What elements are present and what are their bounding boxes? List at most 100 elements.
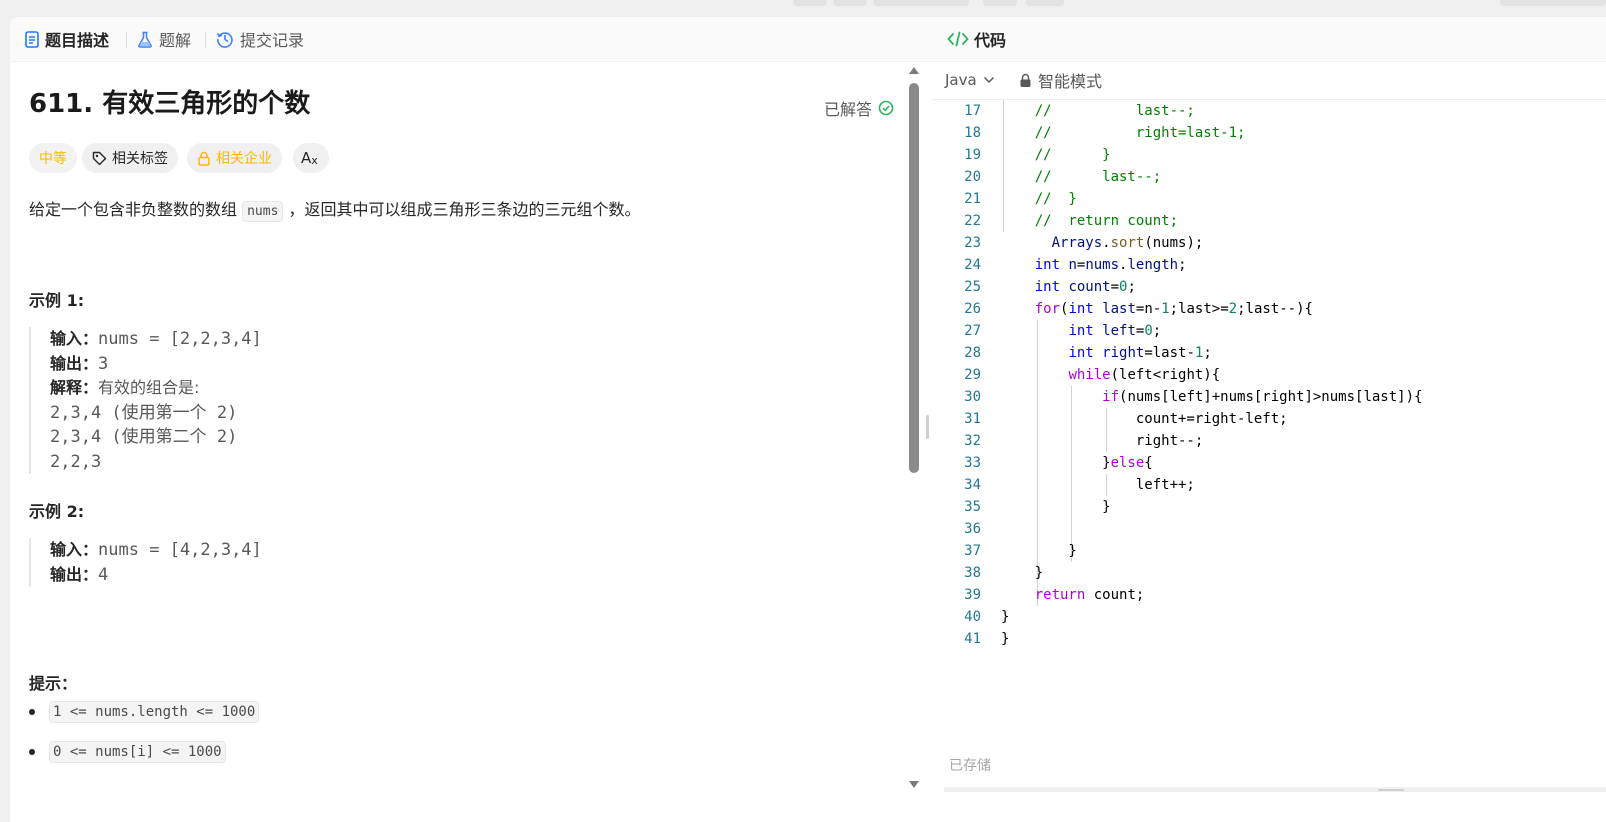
code-text: // }	[1001, 191, 1077, 207]
line-number: 27	[964, 323, 981, 339]
code-text: return count;	[1034, 587, 1145, 603]
line-number: 17	[964, 103, 981, 119]
problem-content: 611. 有效三角形的个数 已解答 中等 相关标签 相关企业 A x 给定一个包…	[10, 61, 930, 822]
related-companies-label: 相关企业	[216, 151, 272, 167]
code-line: 17 // last--;	[933, 100, 1606, 122]
language-select[interactable]: Java	[945, 61, 995, 99]
top-pill[interactable]	[1500, 0, 1606, 6]
saved-status: 已存储	[949, 758, 991, 774]
line-number: 28	[964, 345, 981, 361]
code-line: 24 int n=nums.length;	[933, 254, 1606, 276]
line-number: 36	[964, 521, 981, 537]
panel-resize-handle[interactable]	[926, 415, 929, 439]
related-tags-button[interactable]: 相关标签	[82, 143, 178, 173]
hints-title: 提示：	[29, 674, 78, 693]
smart-mode-toggle[interactable]: 智能模式	[1019, 61, 1102, 99]
code-line: 26 for(int last=n-1;last>=2;last--){	[933, 298, 1606, 320]
tag-icon	[92, 151, 107, 165]
code-line: 27 int left=0;	[933, 320, 1606, 342]
tab-divider	[205, 32, 206, 48]
language-label: Java	[945, 71, 977, 89]
code-line: 30 if(nums[left]+nums[right]>nums[last])…	[933, 386, 1606, 408]
code-header: 代码	[933, 17, 1606, 62]
code-text: // return count;	[1001, 213, 1179, 229]
line-number: 38	[964, 565, 981, 581]
code-text: Arrays.sort(nums);	[1051, 235, 1204, 251]
translate-button[interactable]: Ax	[293, 143, 329, 173]
code-line: 21 // }	[933, 188, 1606, 210]
desc-text-after: ，返回其中可以组成三角形三条边的三元组个数。	[283, 200, 641, 219]
code-text: int left=0;	[1068, 323, 1162, 339]
top-pill[interactable]	[1026, 0, 1064, 6]
history-icon	[216, 32, 233, 48]
example-1-block: 输入：nums = [2,2,3,4] 输出：3 解释：有效的组合是: 2,3,…	[29, 327, 262, 474]
code-text: // right=last-1;	[1001, 125, 1246, 141]
lock-icon	[1020, 73, 1031, 87]
code-line: 23 Arrays.sort(nums);	[933, 232, 1606, 254]
tab-solutions-label: 题解	[159, 31, 192, 50]
code-text: }	[1001, 499, 1111, 515]
tab-submissions-label: 提交记录	[240, 31, 305, 50]
top-pill[interactable]	[833, 0, 867, 6]
code-title-label: 代码	[974, 31, 1007, 50]
scroll-up-arrow-icon[interactable]	[909, 67, 919, 74]
line-number: 31	[964, 411, 981, 427]
line-number: 35	[964, 499, 981, 515]
difficulty-label: 中等	[39, 151, 67, 167]
vertical-resize-handle[interactable]	[1378, 789, 1404, 791]
solved-status: 已解答	[824, 96, 894, 120]
description-scrollbar[interactable]	[908, 65, 920, 795]
top-pill[interactable]	[983, 0, 1017, 6]
code-editor[interactable]: 17 // last--; 18 // right=last-1; 19 // …	[933, 100, 1606, 740]
explain-line: 2,3,4 (使用第一个 2)	[50, 402, 238, 423]
scroll-down-arrow-icon[interactable]	[909, 781, 919, 788]
line-number: 25	[964, 279, 981, 295]
top-pill[interactable]	[873, 0, 969, 6]
code-text: count+=right-left;	[1001, 411, 1288, 427]
editor-toolbar: Java 智能模式	[933, 61, 1606, 100]
line-number: 34	[964, 477, 981, 493]
code-text: int n=nums.length;	[1034, 257, 1187, 273]
code-line: 32 right--;	[933, 430, 1606, 452]
hint-code: 0 <= nums[i] <= 1000	[49, 741, 226, 763]
scrollbar-thumb[interactable]	[909, 83, 919, 473]
output-label: 输出：	[50, 564, 99, 584]
code-line: 28 int right=last-1;	[933, 342, 1606, 364]
code-text: for(int last=n-1;last>=2;last--){	[1034, 301, 1313, 317]
code-line: 41}	[933, 628, 1606, 650]
lock-icon	[198, 151, 210, 166]
problem-title: 611. 有效三角形的个数	[29, 89, 311, 119]
code-text: }	[1001, 565, 1044, 581]
tab-description[interactable]: 题目描述	[25, 17, 109, 61]
code-text: }	[1001, 609, 1010, 625]
example-1-title: 示例 1:	[29, 291, 85, 310]
line-number: 18	[964, 125, 981, 141]
desc-text-before: 给定一个包含非负整数的数组	[29, 200, 243, 219]
tab-submissions[interactable]: 提交记录	[216, 17, 304, 61]
problem-tabbar: 题目描述 题解 提交记录	[10, 17, 944, 62]
input-value: nums = [2,2,3,4]	[98, 329, 262, 349]
tab-divider	[126, 32, 127, 48]
code-text: int count=0;	[1034, 279, 1136, 295]
line-number: 23	[964, 235, 981, 251]
code-text: // }	[1001, 147, 1111, 163]
code-text: while(left<right){	[1068, 367, 1221, 383]
code-line: 39 return count;	[933, 584, 1606, 606]
code-text: // last--;	[1001, 103, 1195, 119]
bullet	[29, 709, 35, 715]
translate-icon: A	[301, 149, 312, 167]
top-pill[interactable]	[793, 0, 827, 6]
example-2-title: 示例 2:	[29, 502, 85, 521]
related-companies-button[interactable]: 相关企业	[187, 143, 282, 173]
line-number: 33	[964, 455, 981, 471]
line-number: 20	[964, 169, 981, 185]
tab-solutions[interactable]: 题解	[137, 17, 191, 61]
line-number: 41	[964, 631, 981, 647]
hint-item: 0 <= nums[i] <= 1000	[29, 741, 226, 763]
solved-label: 已解答	[823, 100, 872, 119]
code-line: 33 }else{	[933, 452, 1606, 474]
related-tags-label: 相关标签	[112, 151, 168, 167]
line-number: 40	[964, 609, 981, 625]
code-line: 25 int count=0;	[933, 276, 1606, 298]
code-text: }	[1001, 631, 1010, 647]
